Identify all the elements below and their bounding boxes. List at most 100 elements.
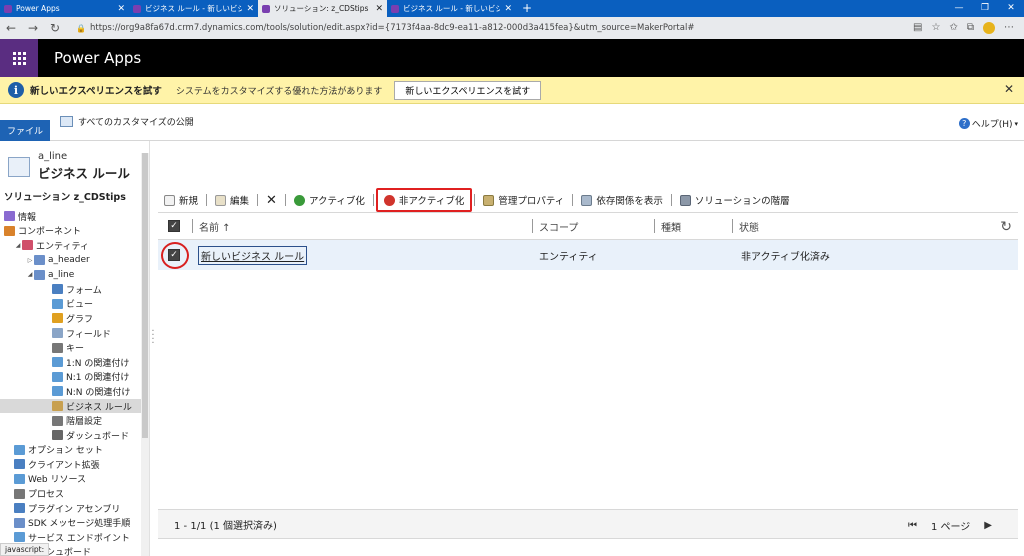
tree-item[interactable]: プラグイン アセンブリ bbox=[0, 501, 142, 516]
tree-item[interactable]: フォーム bbox=[0, 282, 142, 297]
collapsed-triangle-icon[interactable]: ▷ bbox=[26, 257, 34, 264]
tree-item[interactable]: ビュー bbox=[0, 297, 142, 312]
collections-icon[interactable]: ⧉ bbox=[967, 22, 974, 34]
tree-item[interactable]: N:1 の関連付け bbox=[0, 370, 142, 385]
tree-item-label: ビュー bbox=[66, 300, 94, 311]
tree-item[interactable]: プロセス bbox=[0, 486, 142, 501]
help-menu[interactable]: ? ヘルプ(H) ▾ bbox=[958, 117, 1018, 130]
column-header-type[interactable]: 種類 bbox=[654, 213, 732, 239]
refresh-icon[interactable]: ↻ bbox=[44, 21, 66, 35]
more-menu-icon[interactable]: ⋯ bbox=[1004, 22, 1014, 34]
reading-view-icon[interactable]: ▤ bbox=[913, 22, 922, 34]
tree-item-label: グラフ bbox=[66, 314, 94, 325]
show-dependencies-button[interactable]: 依存関係を表示 bbox=[575, 190, 669, 210]
close-tab-icon[interactable]: ✕ bbox=[375, 4, 383, 14]
activate-button[interactable]: アクティブ化 bbox=[288, 190, 371, 210]
column-header-scope[interactable]: スコープ bbox=[532, 213, 654, 239]
first-page-icon[interactable]: ⏮ bbox=[908, 520, 917, 531]
deactivate-button[interactable]: 非アクティブ化 bbox=[375, 188, 473, 212]
table-row[interactable]: ✓ 新しいビジネス ルール エンティティ 非アクティブ化済み bbox=[158, 240, 1018, 270]
expanded-triangle-icon[interactable]: ◢ bbox=[14, 242, 22, 249]
process-icon bbox=[14, 488, 25, 499]
tree-item-label: N:1 の関連付け bbox=[66, 373, 130, 384]
close-tab-icon[interactable]: ✕ bbox=[504, 4, 512, 14]
try-new-experience-button[interactable]: 新しいエクスペリエンスを試す bbox=[394, 80, 542, 100]
expanded-triangle-icon[interactable]: ◢ bbox=[26, 271, 34, 278]
annotation-circle bbox=[161, 242, 189, 269]
notification-message: システムをカスタマイズする優れた方法があります bbox=[175, 86, 383, 97]
tree-item[interactable]: クライアント拡張 bbox=[0, 457, 142, 472]
minimize-icon[interactable]: — bbox=[946, 0, 972, 17]
browser-tab[interactable]: ビジネス ルール - 新しいビジネス ルール - Micro✕ bbox=[129, 0, 258, 17]
close-window-icon[interactable]: ✕ bbox=[998, 0, 1024, 17]
entity-icon bbox=[34, 269, 45, 280]
publish-all-button[interactable]: すべてのカスタマイズの公開 bbox=[60, 115, 194, 128]
browser-tab-active[interactable]: ソリューション: z_CDStips - Micros✕ bbox=[258, 0, 387, 17]
new-icon bbox=[164, 194, 175, 206]
view-icon bbox=[52, 298, 63, 309]
help-icon: ? bbox=[958, 118, 970, 129]
maximize-icon[interactable]: ❐ bbox=[972, 0, 998, 17]
tree-item[interactable]: ダッシュボード bbox=[0, 428, 142, 443]
edit-pencil-icon bbox=[215, 194, 227, 206]
tree-item[interactable]: 1:N の関連付け bbox=[0, 355, 142, 370]
tree-item[interactable]: オプション セット bbox=[0, 443, 142, 458]
tree-item[interactable]: コンポーネント bbox=[0, 224, 142, 239]
url-field[interactable]: 🔒 https://org9a8fa67d.crm7.dynamics.com/… bbox=[76, 23, 913, 33]
favorite-star-icon[interactable]: ☆ bbox=[932, 22, 941, 34]
entity-icon bbox=[34, 255, 45, 266]
column-header-name[interactable]: 名前 ↑ bbox=[192, 213, 532, 239]
nav-scrollbar[interactable] bbox=[141, 153, 149, 556]
tree-item[interactable]: ▷ a_header bbox=[0, 253, 142, 268]
business-rule-link[interactable]: 新しいビジネス ルール bbox=[198, 245, 308, 265]
pager: ⏮ 1 ページ ▶ bbox=[908, 518, 992, 533]
new-button[interactable]: 新規 bbox=[158, 190, 204, 210]
tree-item[interactable]: Web リソース bbox=[0, 472, 142, 487]
managed-properties-icon bbox=[483, 194, 495, 206]
next-page-icon[interactable]: ▶ bbox=[984, 520, 992, 531]
close-tab-icon[interactable]: ✕ bbox=[117, 4, 125, 14]
pane-splitter[interactable]: · · · · bbox=[150, 327, 156, 349]
browser-tab[interactable]: ビジネス ルール - 新しいビジネス ル✕ bbox=[387, 0, 516, 17]
close-tab-icon[interactable]: ✕ bbox=[246, 4, 254, 14]
forward-icon[interactable]: → bbox=[22, 21, 44, 35]
powerapps-favicon-icon bbox=[4, 4, 12, 13]
tree-item[interactable]: キー bbox=[0, 340, 142, 355]
tree-item[interactable]: SDK メッセージ処理手順 bbox=[0, 515, 142, 530]
tree-item[interactable]: ◢ エンティティ bbox=[0, 238, 142, 253]
app-launcher-waffle-icon[interactable] bbox=[0, 39, 38, 77]
business-rule-icon bbox=[52, 401, 63, 412]
new-tab-icon[interactable]: + bbox=[516, 0, 538, 17]
column-header-status[interactable]: 状態 bbox=[732, 213, 932, 239]
status-url: javascript: bbox=[0, 543, 50, 556]
favorites-list-icon[interactable]: ✩ bbox=[949, 22, 957, 34]
solution-layers-button[interactable]: ソリューションの階層 bbox=[674, 190, 796, 210]
profile-avatar[interactable] bbox=[983, 22, 995, 34]
select-all-checkbox[interactable]: ✓ bbox=[168, 220, 180, 232]
tree-item[interactable]: グラフ bbox=[0, 311, 142, 326]
tree-item[interactable]: N:N の関連付け bbox=[0, 384, 142, 399]
edit-button[interactable]: 編集 bbox=[209, 190, 255, 210]
browser-tab[interactable]: Power Apps ✕ bbox=[0, 0, 129, 17]
record-count: 1 - 1/1 (1 個選択済み) bbox=[174, 520, 277, 532]
nav-scrollbar-thumb[interactable] bbox=[142, 153, 148, 438]
tree-item[interactable]: フィールド bbox=[0, 326, 142, 341]
refresh-grid-icon[interactable]: ↻ bbox=[1000, 219, 1012, 235]
tree-item-label: クライアント拡張 bbox=[28, 460, 100, 471]
deactivate-icon bbox=[383, 194, 395, 206]
managed-properties-button[interactable]: 管理プロパティ bbox=[477, 190, 570, 210]
tree-item[interactable]: ビジネス ルール bbox=[0, 398, 142, 414]
component-title: ビジネス ルール bbox=[38, 166, 130, 181]
delete-button[interactable]: ✕ bbox=[260, 190, 283, 210]
row-type bbox=[661, 240, 741, 270]
close-icon[interactable]: ✕ bbox=[1004, 82, 1014, 96]
tree-item[interactable]: 情報 bbox=[0, 209, 142, 224]
file-tab[interactable]: ファイル bbox=[0, 120, 50, 141]
tree-item[interactable]: 階層設定 bbox=[0, 413, 142, 428]
back-icon[interactable]: ← bbox=[0, 21, 22, 35]
left-navigation: a_line ビジネス ルール ソリューション z_CDStips 情報 コンポー… bbox=[0, 141, 150, 556]
lock-icon: 🔒 bbox=[76, 23, 86, 33]
optionset-icon bbox=[14, 444, 25, 455]
tree-item[interactable]: ◢ a_line bbox=[0, 267, 142, 282]
dashboard-icon bbox=[52, 430, 63, 441]
